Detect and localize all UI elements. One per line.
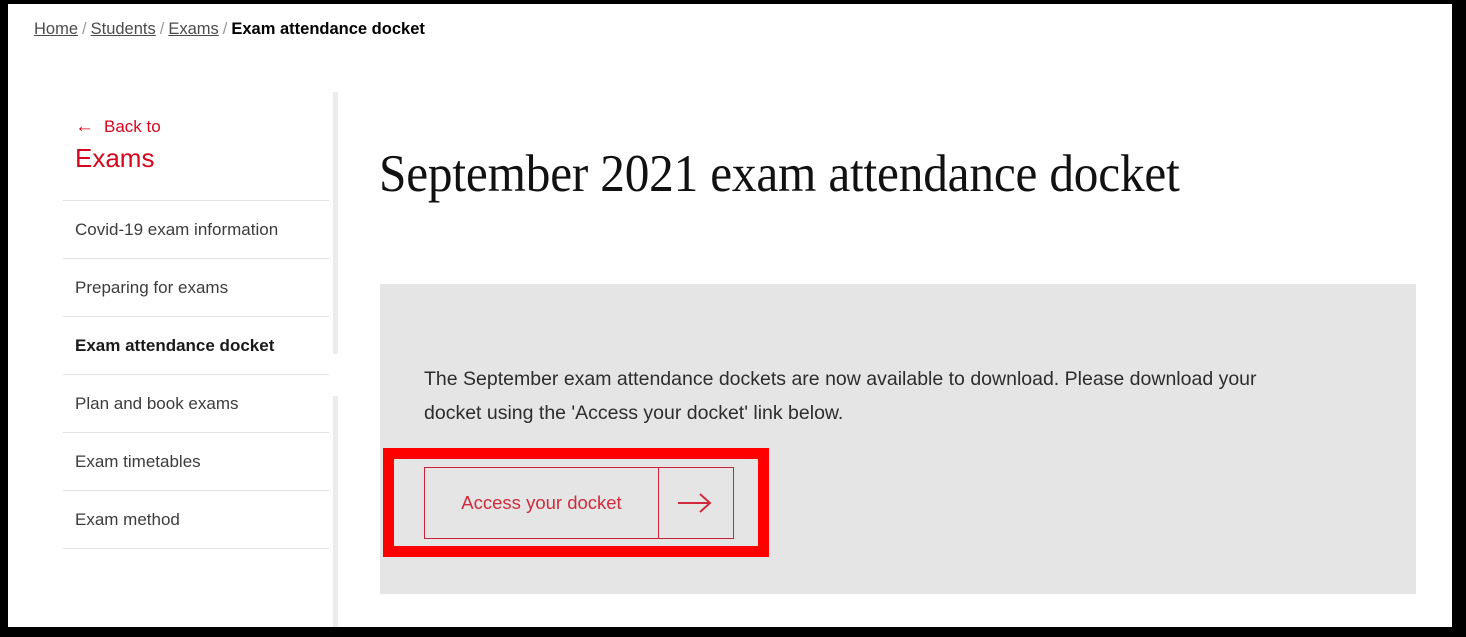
sidebar-scroll-rail-gap (333, 354, 338, 396)
sidebar-back-label: Back to (104, 117, 161, 136)
access-your-docket-button[interactable]: Access your docket (424, 467, 734, 539)
breadcrumb-separator: / (159, 20, 165, 38)
sidebar-item-plan-and-book-exams[interactable]: Plan and book exams (63, 375, 329, 433)
sidebar-back-target-label: Exams (75, 143, 155, 173)
arrow-left-icon: ← (75, 116, 94, 137)
access-your-docket-label: Access your docket (461, 492, 622, 513)
sidebar-item-exam-method[interactable]: Exam method (63, 491, 329, 549)
breadcrumb-separator: / (82, 20, 87, 38)
screenshot-frame: Home / Students / Exams / Exam attendance dock… (0, 0, 1466, 637)
arrow-right-icon[interactable] (658, 468, 733, 538)
breadcrumb-item-students[interactable]: Students (91, 20, 156, 38)
page-title: September 2021 exam attendance docket (379, 145, 1180, 203)
breadcrumb-separator: / (222, 20, 228, 38)
main-column: September 2021 exam attendance docket Th… (379, 92, 1419, 627)
breadcrumb-item-current: Exam attendance docket (231, 20, 425, 38)
sidebar-back-row: ← Back to (75, 116, 161, 137)
panel-body-text: The September exam attendance dockets ar… (424, 368, 1257, 424)
breadcrumb-item-exams[interactable]: Exams (168, 20, 218, 38)
content-area: ← Back to Exams Covid-19 exam information… (8, 92, 1452, 627)
sidebar-back-link[interactable]: ← Back to Exams (63, 92, 329, 201)
sidebar-item-preparing-for-exams[interactable]: Preparing for exams (63, 259, 329, 317)
info-panel: The September exam attendance dockets ar… (380, 284, 1416, 594)
sidebar-item-exam-attendance-docket[interactable]: Exam attendance docket (63, 317, 329, 375)
sidebar-item-covid-19-exam-information[interactable]: Covid-19 exam information (63, 201, 329, 259)
breadcrumb-item-home[interactable]: Home (34, 20, 78, 38)
sidebar-item-exam-timetables[interactable]: Exam timetables (63, 433, 329, 491)
page-body: Home / Students / Exams / Exam attendance dock… (8, 4, 1452, 627)
sidebar-nav: ← Back to Exams Covid-19 exam information… (63, 92, 329, 627)
breadcrumb: Home / Students / Exams / Exam attendance dock… (34, 18, 425, 40)
